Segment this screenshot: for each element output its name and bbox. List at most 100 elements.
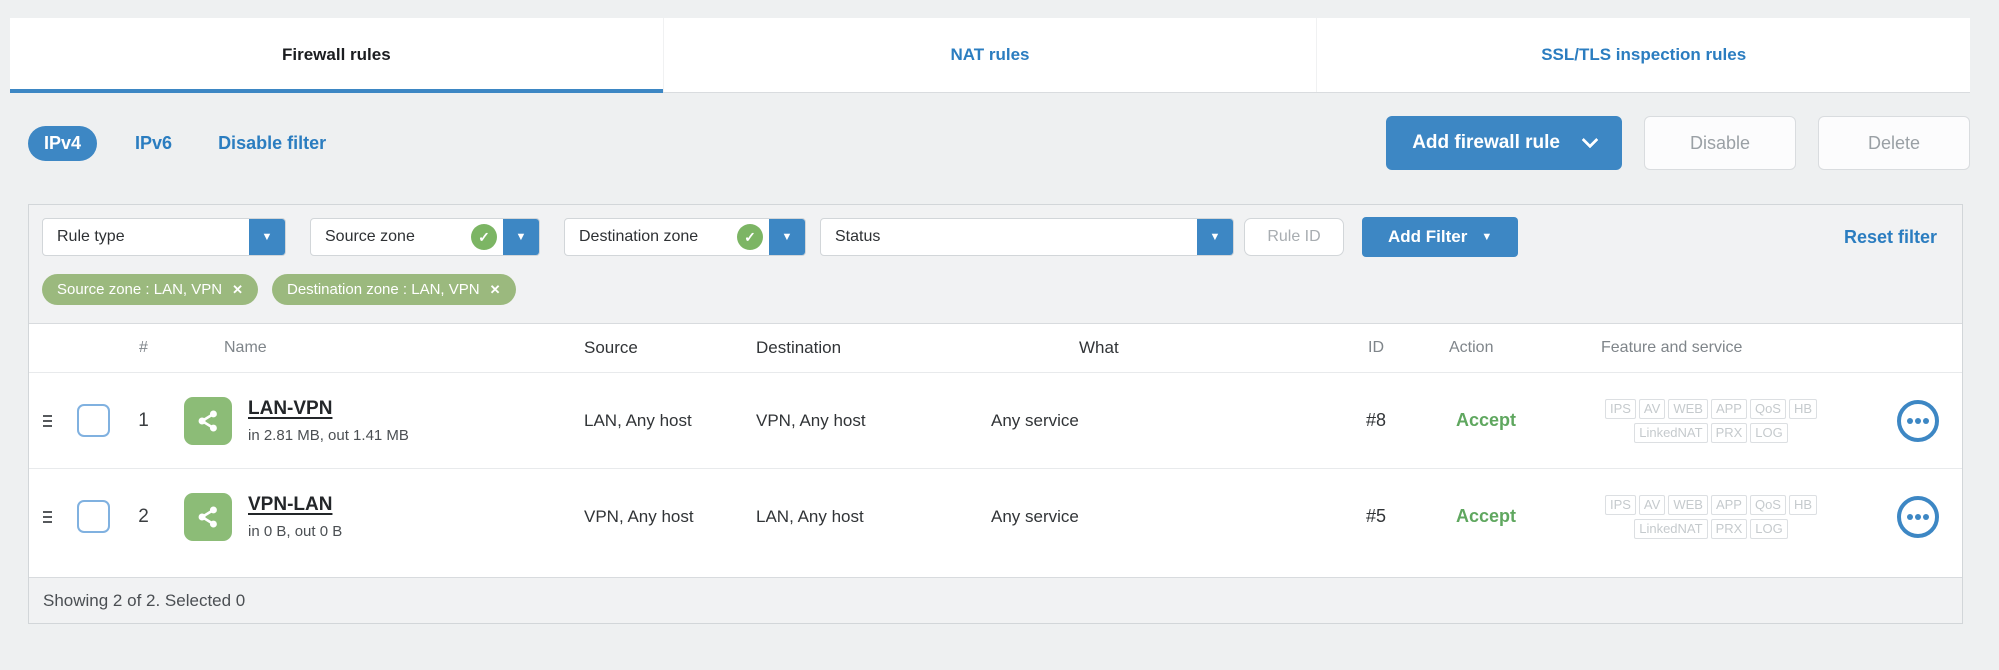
- share-network-icon: [184, 396, 232, 445]
- chip-source-zone[interactable]: Source zone : LAN, VPN ✕: [42, 274, 258, 305]
- badge-linkednat: LinkedNAT: [1634, 518, 1708, 539]
- filter-applied-check-icon: ✓: [737, 224, 763, 250]
- rows-padding: [29, 564, 1962, 577]
- rule-name-link[interactable]: LAN-VPN: [248, 398, 332, 420]
- dropdown-button[interactable]: ▼: [503, 219, 539, 255]
- controls-row: IPv4 IPv6 Disable filter Add firewall ru…: [28, 116, 1970, 170]
- header-destination: Destination: [756, 338, 842, 357]
- chip-label: Destination zone : LAN, VPN: [287, 281, 480, 298]
- tab-bar: Firewall rules NAT rules SSL/TLS inspect…: [10, 18, 1970, 93]
- badge-ips: IPS: [1604, 494, 1636, 515]
- drag-handle-icon[interactable]: [42, 414, 52, 427]
- filter-applied-check-icon: ✓: [471, 224, 497, 250]
- rule-id-input[interactable]: [1244, 218, 1344, 256]
- dropdown-arrow-icon: ▼: [515, 230, 527, 243]
- rule-type-label: Rule type: [57, 228, 125, 245]
- disable-button[interactable]: Disable: [1644, 116, 1796, 170]
- add-filter-label: Add Filter: [1388, 227, 1468, 246]
- dropdown-arrow-icon: ▼: [1481, 230, 1493, 243]
- badge-qos: QoS: [1749, 398, 1786, 419]
- badge-log: LOG: [1750, 422, 1788, 443]
- destination-zone-dropdown[interactable]: Destination zone ✓ ▼: [564, 218, 806, 256]
- table-row: 1 LAN-VPN in 2.81 MB, out 1.41 MB LAN, A…: [29, 372, 1962, 468]
- table-footer: Showing 2 of 2. Selected 0: [29, 577, 1962, 623]
- close-icon[interactable]: ✕: [490, 282, 501, 298]
- rule-name-link[interactable]: VPN-LAN: [248, 494, 332, 516]
- badge-app: APP: [1710, 494, 1747, 515]
- header-action: Action: [1449, 339, 1494, 356]
- chevron-down-icon: [1581, 131, 1599, 149]
- chip-destination-zone[interactable]: Destination zone : LAN, VPN ✕: [272, 274, 516, 305]
- add-firewall-rule-label: Add firewall rule: [1412, 132, 1560, 153]
- badge-web: WEB: [1668, 398, 1708, 419]
- destination-zone-label: Destination zone: [579, 228, 699, 245]
- rule-traffic: in 0 B, out 0 B: [248, 522, 343, 540]
- drag-handle-icon[interactable]: [42, 510, 52, 523]
- badge-hb: HB: [1788, 494, 1818, 515]
- rule-action: Accept: [1456, 506, 1517, 526]
- delete-button[interactable]: Delete: [1818, 116, 1970, 170]
- rule-source: VPN, Any host: [584, 506, 694, 526]
- badge-av: AV: [1638, 398, 1666, 419]
- header-source: Source: [584, 338, 638, 357]
- row-checkbox[interactable]: [76, 500, 110, 533]
- add-firewall-rule-button[interactable]: Add firewall rule: [1386, 116, 1622, 170]
- badge-linkednat: LinkedNAT: [1634, 422, 1708, 443]
- row-number: 1: [138, 409, 149, 431]
- firewall-rules-page: Firewall rules NAT rules SSL/TLS inspect…: [0, 0, 1999, 670]
- disable-filter-link[interactable]: Disable filter: [218, 133, 326, 154]
- tab-firewall-rules[interactable]: Firewall rules: [10, 18, 663, 93]
- badge-prx: PRX: [1710, 518, 1748, 539]
- header-what: What: [1079, 338, 1119, 357]
- filter-area: Rule type ▼ Source zone ✓ ▼ Destination …: [29, 205, 1962, 324]
- header-id: ID: [1368, 339, 1384, 356]
- row-number: 2: [138, 505, 149, 527]
- status-dropdown[interactable]: Status ▼: [820, 218, 1234, 256]
- add-filter-button[interactable]: Add Filter ▼: [1362, 217, 1519, 257]
- close-icon[interactable]: ✕: [232, 282, 243, 298]
- header-feature-and-service: Feature and service: [1601, 339, 1743, 356]
- header-name: Name: [224, 339, 267, 356]
- dropdown-button[interactable]: ▼: [1197, 219, 1233, 255]
- badge-hb: HB: [1788, 398, 1818, 419]
- ipv4-toggle[interactable]: IPv4: [28, 125, 98, 161]
- dropdown-button[interactable]: ▼: [769, 219, 805, 255]
- table-header: # Name Source Destination What ID Action…: [29, 324, 1962, 372]
- dropdown-arrow-icon: ▼: [781, 230, 793, 243]
- rules-panel: Rule type ▼ Source zone ✓ ▼ Destination …: [28, 204, 1963, 624]
- feature-badges: IPS AV WEB APP QoS HB LinkedNAT PRX LOG: [1541, 398, 1881, 443]
- badge-av: AV: [1638, 494, 1666, 515]
- tab-ssl-tls-inspection-rules[interactable]: SSL/TLS inspection rules: [1316, 18, 1970, 92]
- dropdown-arrow-icon: ▼: [261, 230, 273, 243]
- rule-id: #5: [1365, 506, 1387, 526]
- table-row: 2 VPN-LAN in 0 B, out 0 B VPN, Any host …: [29, 468, 1962, 564]
- status-label: Status: [835, 228, 881, 245]
- row-checkbox[interactable]: [76, 404, 110, 437]
- rule-what: Any service: [991, 410, 1079, 430]
- filter-row: Rule type ▼ Source zone ✓ ▼ Destination …: [42, 217, 1949, 257]
- rule-type-dropdown[interactable]: Rule type ▼: [42, 218, 286, 256]
- dropdown-button[interactable]: ▼: [249, 219, 285, 255]
- rule-id: #8: [1365, 410, 1387, 430]
- badge-qos: QoS: [1749, 494, 1786, 515]
- row-menu-ellipsis-icon[interactable]: [1896, 495, 1939, 538]
- source-zone-dropdown[interactable]: Source zone ✓ ▼: [310, 218, 540, 256]
- reset-filter-link[interactable]: Reset filter: [1844, 227, 1949, 248]
- source-zone-label: Source zone: [325, 228, 415, 245]
- badge-app: APP: [1710, 398, 1747, 419]
- tab-nat-rules[interactable]: NAT rules: [662, 18, 1317, 92]
- badge-log: LOG: [1750, 518, 1788, 539]
- badge-prx: PRX: [1710, 422, 1748, 443]
- rule-destination: VPN, Any host: [756, 410, 866, 430]
- header-num: #: [139, 339, 148, 356]
- dropdown-arrow-icon: ▼: [1209, 230, 1221, 243]
- badge-ips: IPS: [1604, 398, 1636, 419]
- rule-what: Any service: [991, 506, 1079, 526]
- rule-action: Accept: [1456, 410, 1517, 430]
- ipv6-toggle[interactable]: IPv6: [135, 133, 172, 154]
- row-menu-ellipsis-icon[interactable]: [1896, 399, 1939, 442]
- feature-badges: IPS AV WEB APP QoS HB LinkedNAT PRX LOG: [1541, 494, 1881, 539]
- rule-destination: LAN, Any host: [756, 506, 864, 526]
- rule-traffic: in 2.81 MB, out 1.41 MB: [248, 426, 409, 444]
- chip-label: Source zone : LAN, VPN: [57, 281, 223, 298]
